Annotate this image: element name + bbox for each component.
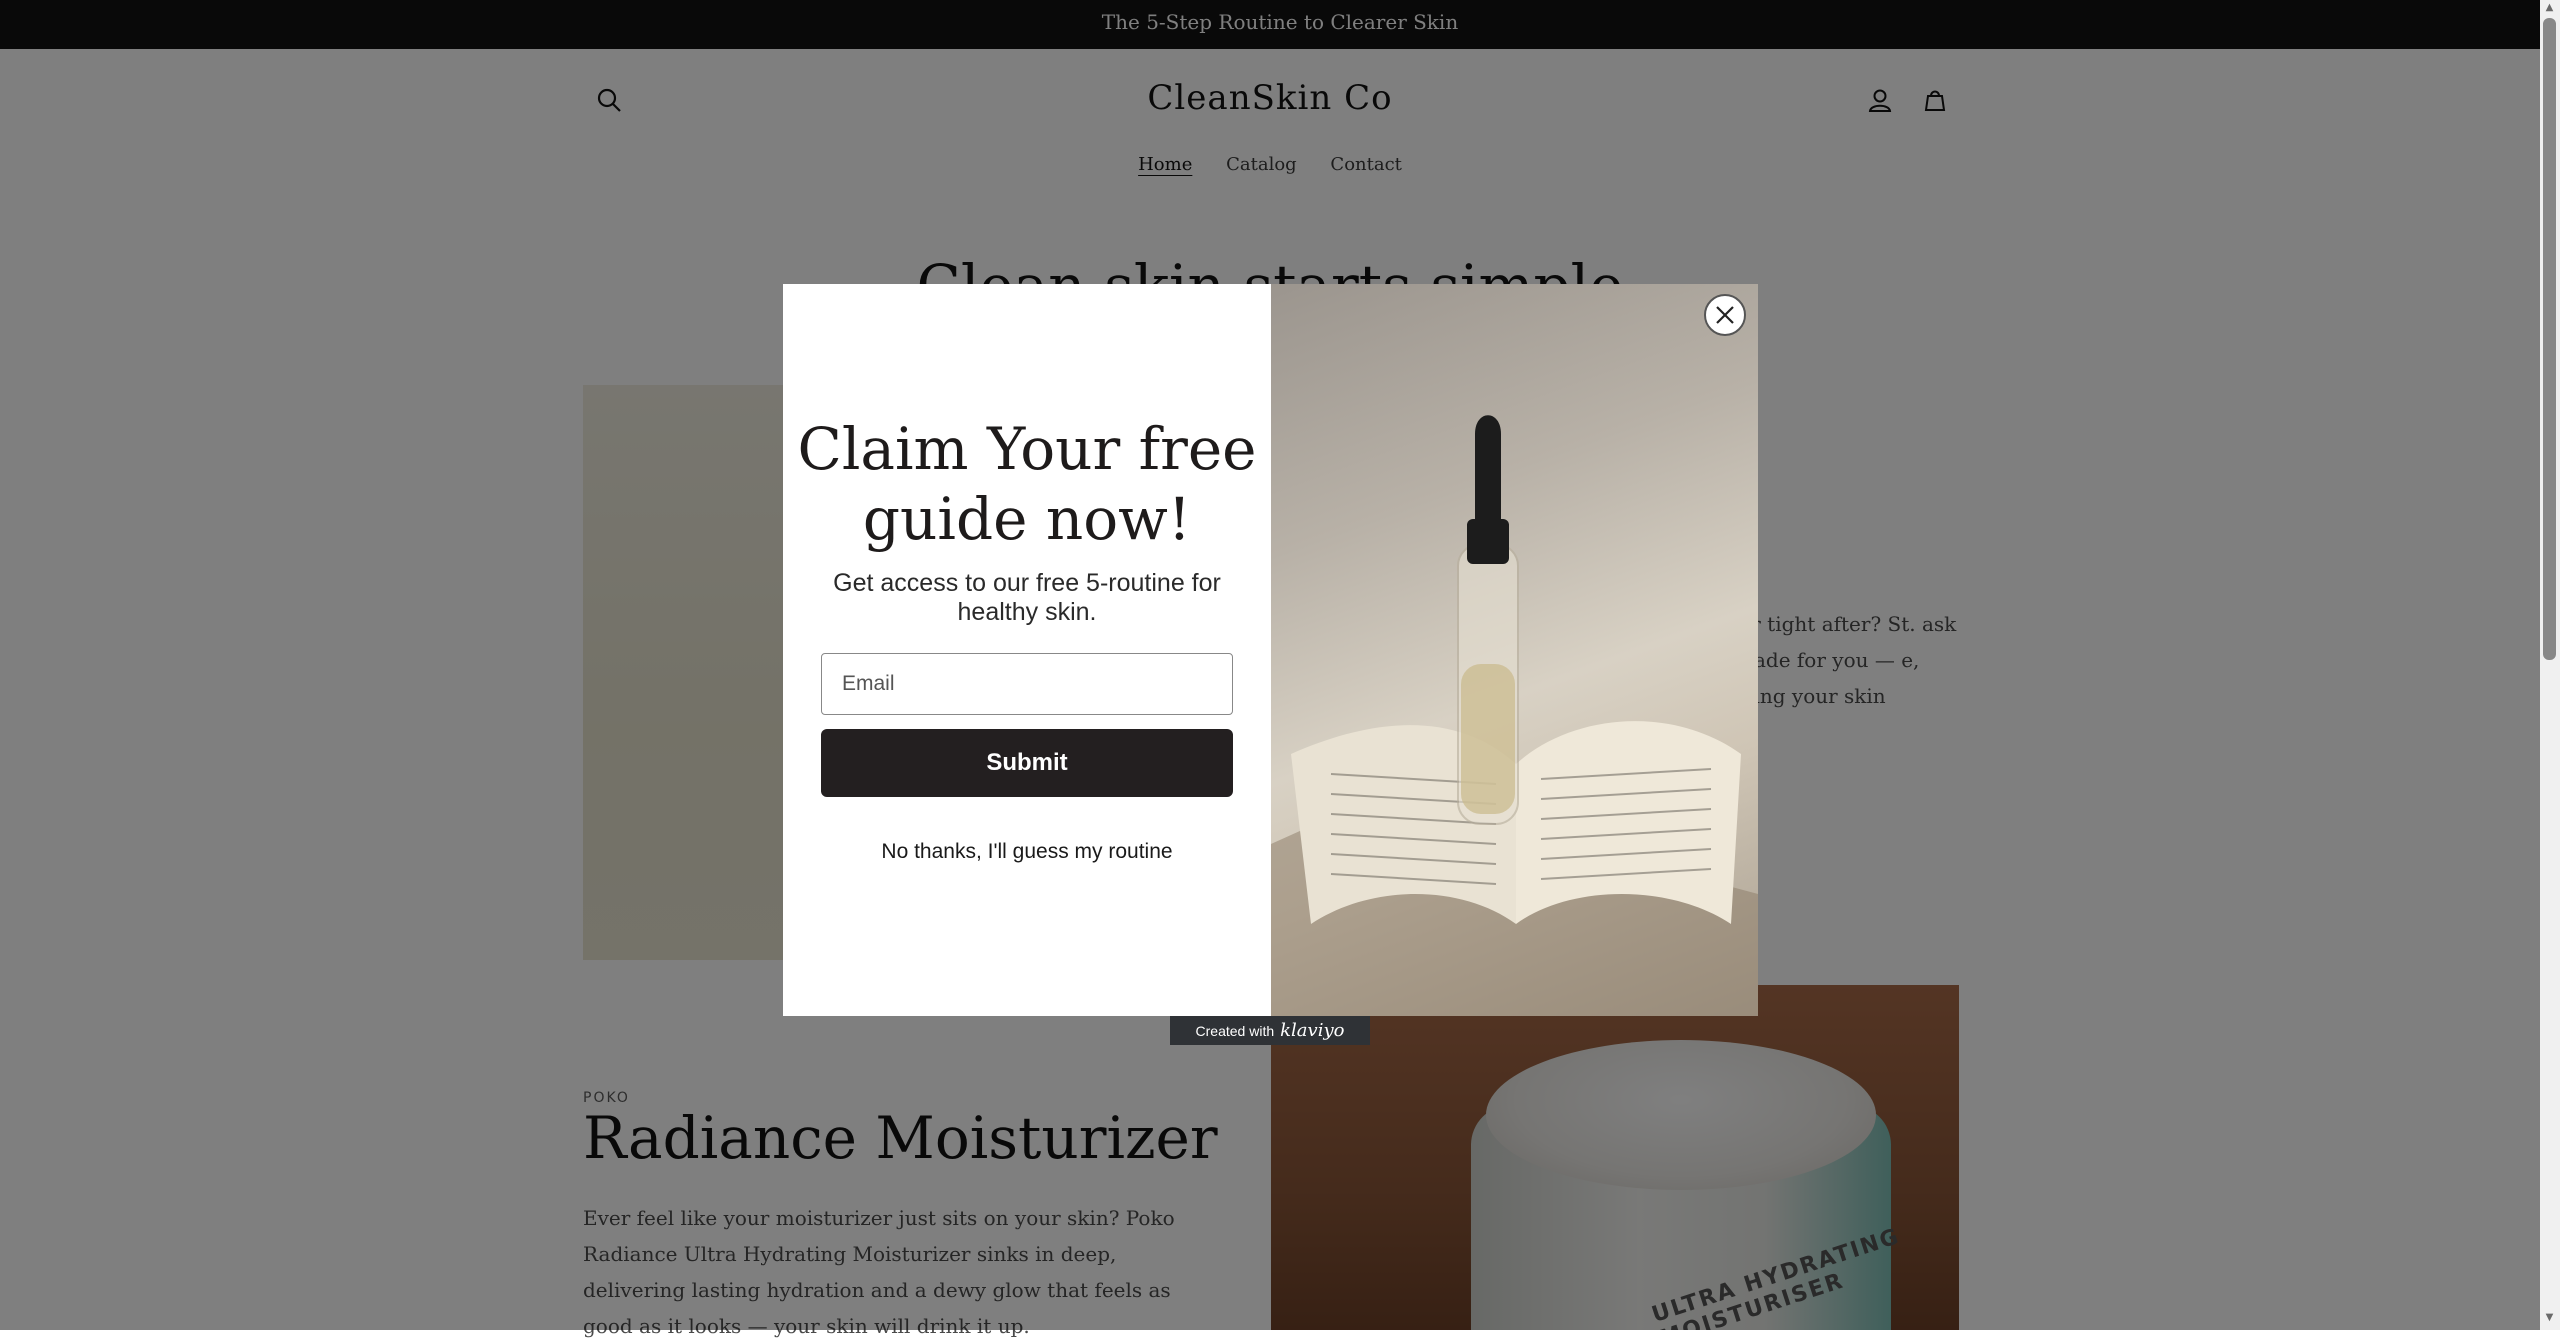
- dropper-bottle-photo: [1271, 415, 1758, 1016]
- close-popup-button[interactable]: [1704, 294, 1746, 336]
- submit-button[interactable]: Submit: [821, 729, 1233, 797]
- close-icon: [1716, 306, 1734, 324]
- popup-title: Claim Your free guide now!: [797, 415, 1257, 553]
- scroll-up-arrow[interactable]: ▲: [2543, 2, 2556, 16]
- klaviyo-badge[interactable]: Created with klaviyo: [1170, 1016, 1370, 1045]
- badge-prefix: Created with: [1195, 1022, 1275, 1039]
- popup-image: [1271, 284, 1758, 1016]
- scroll-down-arrow[interactable]: ▼: [2543, 1312, 2556, 1326]
- scrollbar-thumb[interactable]: [2543, 18, 2556, 660]
- signup-popup: Claim Your free guide now! Get access to…: [783, 284, 1758, 1016]
- klaviyo-logo: klaviyo: [1280, 1020, 1345, 1041]
- email-input[interactable]: [821, 653, 1233, 715]
- popup-form-panel: Claim Your free guide now! Get access to…: [783, 284, 1271, 1016]
- popup-subtitle: Get access to our free 5-routine for hea…: [833, 569, 1221, 626]
- decline-link[interactable]: No thanks, I'll guess my routine: [783, 840, 1271, 864]
